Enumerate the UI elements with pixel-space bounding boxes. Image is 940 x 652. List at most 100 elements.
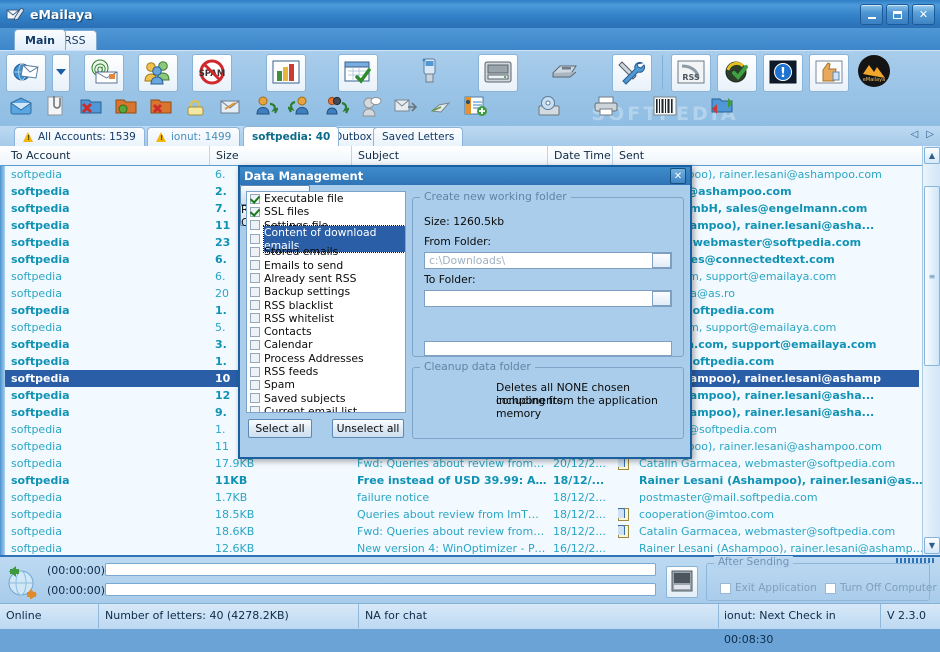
list-vertical-scrollbar[interactable]: ▲ ≡ ▼	[922, 146, 940, 555]
select-all-button[interactable]: Select all	[248, 419, 312, 438]
portable-button[interactable]	[410, 54, 448, 90]
table-row[interactable]: softpedia 11KB Free instead of USD 39.99: …	[5, 472, 929, 489]
tab-main[interactable]: Main	[14, 29, 66, 50]
account-tab-softpedia[interactable]: softpedia: 40	[243, 126, 340, 146]
unselect-all-button[interactable]: Unselect all	[332, 419, 404, 438]
print-button[interactable]	[593, 94, 619, 120]
encrypt-button[interactable]	[183, 94, 209, 120]
checklist-item[interactable]: RSS feeds	[247, 365, 405, 378]
close-button[interactable]: ✕	[912, 4, 935, 25]
checkbox-icon[interactable]	[250, 406, 260, 412]
barcode-button[interactable]	[652, 94, 678, 120]
minimize-button[interactable]	[860, 4, 883, 25]
send-mail-button[interactable]	[218, 94, 244, 120]
new-message-button[interactable]: @	[84, 54, 124, 92]
reply-button[interactable]	[253, 94, 280, 120]
account-tab-ionut[interactable]: ionut: 1499	[147, 127, 241, 146]
attachments-button[interactable]	[43, 94, 69, 120]
column-header-subject[interactable]: Subject	[352, 146, 548, 165]
scroll-down-button[interactable]: ▼	[924, 537, 940, 554]
check-mail-button[interactable]	[6, 54, 46, 92]
chat-button[interactable]	[358, 94, 384, 120]
checklist-item[interactable]: RSS blacklist	[247, 298, 405, 312]
contacts-button[interactable]	[138, 54, 178, 92]
checklist-item[interactable]: Backup settings	[247, 285, 405, 298]
scanner-button[interactable]	[546, 54, 584, 90]
data-management-button[interactable]	[478, 54, 518, 92]
burn-disc-button[interactable]	[536, 94, 562, 120]
move-button[interactable]	[428, 94, 454, 120]
checkbox-icon[interactable]	[250, 353, 260, 364]
checkbox-checked-icon[interactable]	[250, 206, 260, 217]
reply-all-button[interactable]	[286, 94, 314, 120]
table-row[interactable]: softpedia 18.5KB Queries about review from…	[5, 506, 919, 523]
account-tab-saved-letters[interactable]: Saved Letters	[373, 127, 464, 146]
checkbox-icon[interactable]	[250, 273, 260, 284]
account-tab-all-accounts[interactable]: All Accounts: 1539	[14, 127, 145, 146]
open-folder-button[interactable]	[113, 94, 139, 120]
checklist-item[interactable]: Process Addresses	[247, 352, 405, 365]
checkbox-icon[interactable]	[250, 220, 260, 231]
column-header-date-time[interactable]: Date Time	[548, 146, 613, 165]
account-tab-next-button[interactable]: ▷	[926, 129, 934, 140]
rate-button[interactable]	[809, 54, 849, 92]
information-button[interactable]: !	[763, 54, 803, 92]
scrollbar-thumb[interactable]: ≡	[924, 186, 940, 366]
settings-button[interactable]	[612, 54, 652, 92]
scroll-up-button[interactable]: ▲	[924, 147, 940, 164]
checkbox-icon[interactable]	[250, 366, 260, 377]
checkbox-icon[interactable]	[250, 260, 260, 271]
import-export-button[interactable]	[709, 94, 735, 120]
dialog-close-button[interactable]: ✕	[670, 168, 686, 184]
storage-button[interactable]	[666, 566, 698, 598]
checkbox-icon[interactable]	[250, 379, 260, 390]
checklist-item[interactable]: Emails to send	[247, 258, 405, 272]
checklist-item[interactable]: Contacts	[247, 325, 405, 338]
add-contact-button[interactable]	[463, 94, 489, 120]
column-header-to-account[interactable]: To Account	[5, 146, 210, 165]
checkbox-icon[interactable]	[250, 393, 260, 404]
checklist-item[interactable]: Calendar	[247, 338, 405, 351]
forward-button[interactable]	[323, 94, 351, 120]
about-button[interactable]: eMailaya	[855, 54, 893, 90]
account-tab-prev-button[interactable]: ◁	[911, 129, 919, 140]
turn-off-computer-checkbox[interactable]: Turn Off Computer	[825, 582, 937, 594]
checklist-item[interactable]: Saved subjects	[247, 391, 405, 405]
forward-mail-button[interactable]	[393, 94, 419, 120]
checklist-item[interactable]: Already sent RSS	[247, 272, 405, 285]
checkbox-checked-icon[interactable]	[250, 193, 260, 204]
checklist-item[interactable]: Current email list	[247, 405, 405, 412]
spam-button[interactable]: SPAM	[192, 54, 232, 92]
calendar-button[interactable]	[338, 54, 378, 92]
column-header-sent[interactable]: Sent	[613, 146, 909, 165]
table-row[interactable]: softpedia 1.7KB failure notice 18/12/2... po…	[5, 489, 919, 506]
checklist-item[interactable]: Executable file	[247, 192, 405, 205]
checkbox-icon[interactable]	[250, 300, 260, 311]
from-folder-browse-button[interactable]	[652, 253, 671, 268]
inbox-button[interactable]	[8, 94, 34, 120]
check-updates-button[interactable]	[717, 54, 757, 92]
checkbox-icon[interactable]	[250, 286, 260, 297]
check-mail-dropdown-button[interactable]	[52, 54, 70, 92]
checkbox-icon[interactable]	[250, 326, 260, 337]
table-row[interactable]: softpedia 12.6KB New version 4: WinOptimiz…	[5, 540, 929, 555]
exit-application-checkbox[interactable]: Exit Application	[720, 582, 817, 594]
rss-button[interactable]: RSS	[671, 54, 711, 92]
column-header-size[interactable]: Size	[210, 146, 352, 165]
delete-folder-button[interactable]	[78, 94, 104, 120]
checklist-item[interactable]: SSL files	[247, 205, 405, 218]
checkbox-icon[interactable]	[250, 246, 260, 257]
data-components-checklist[interactable]: Executable fileSSL filesSettings fileCon…	[246, 191, 406, 413]
checklist-item[interactable]: Spam	[247, 378, 405, 391]
from-folder-input[interactable]: c:\Downloads\	[424, 252, 672, 269]
checklist-item[interactable]: RSS whitelist	[247, 312, 405, 325]
delete-mail-button[interactable]	[148, 94, 174, 120]
checkbox-icon[interactable]	[250, 233, 260, 244]
statistics-button[interactable]	[266, 54, 306, 92]
checkbox-icon[interactable]	[250, 339, 260, 350]
table-row[interactable]: softpedia 18.6KB Fwd: Queries about review…	[5, 523, 919, 540]
to-folder-browse-button[interactable]	[652, 291, 671, 306]
checklist-item[interactable]: Content of download emails	[247, 224, 405, 253]
maximize-button[interactable]	[886, 4, 909, 25]
to-folder-input[interactable]	[424, 290, 672, 307]
